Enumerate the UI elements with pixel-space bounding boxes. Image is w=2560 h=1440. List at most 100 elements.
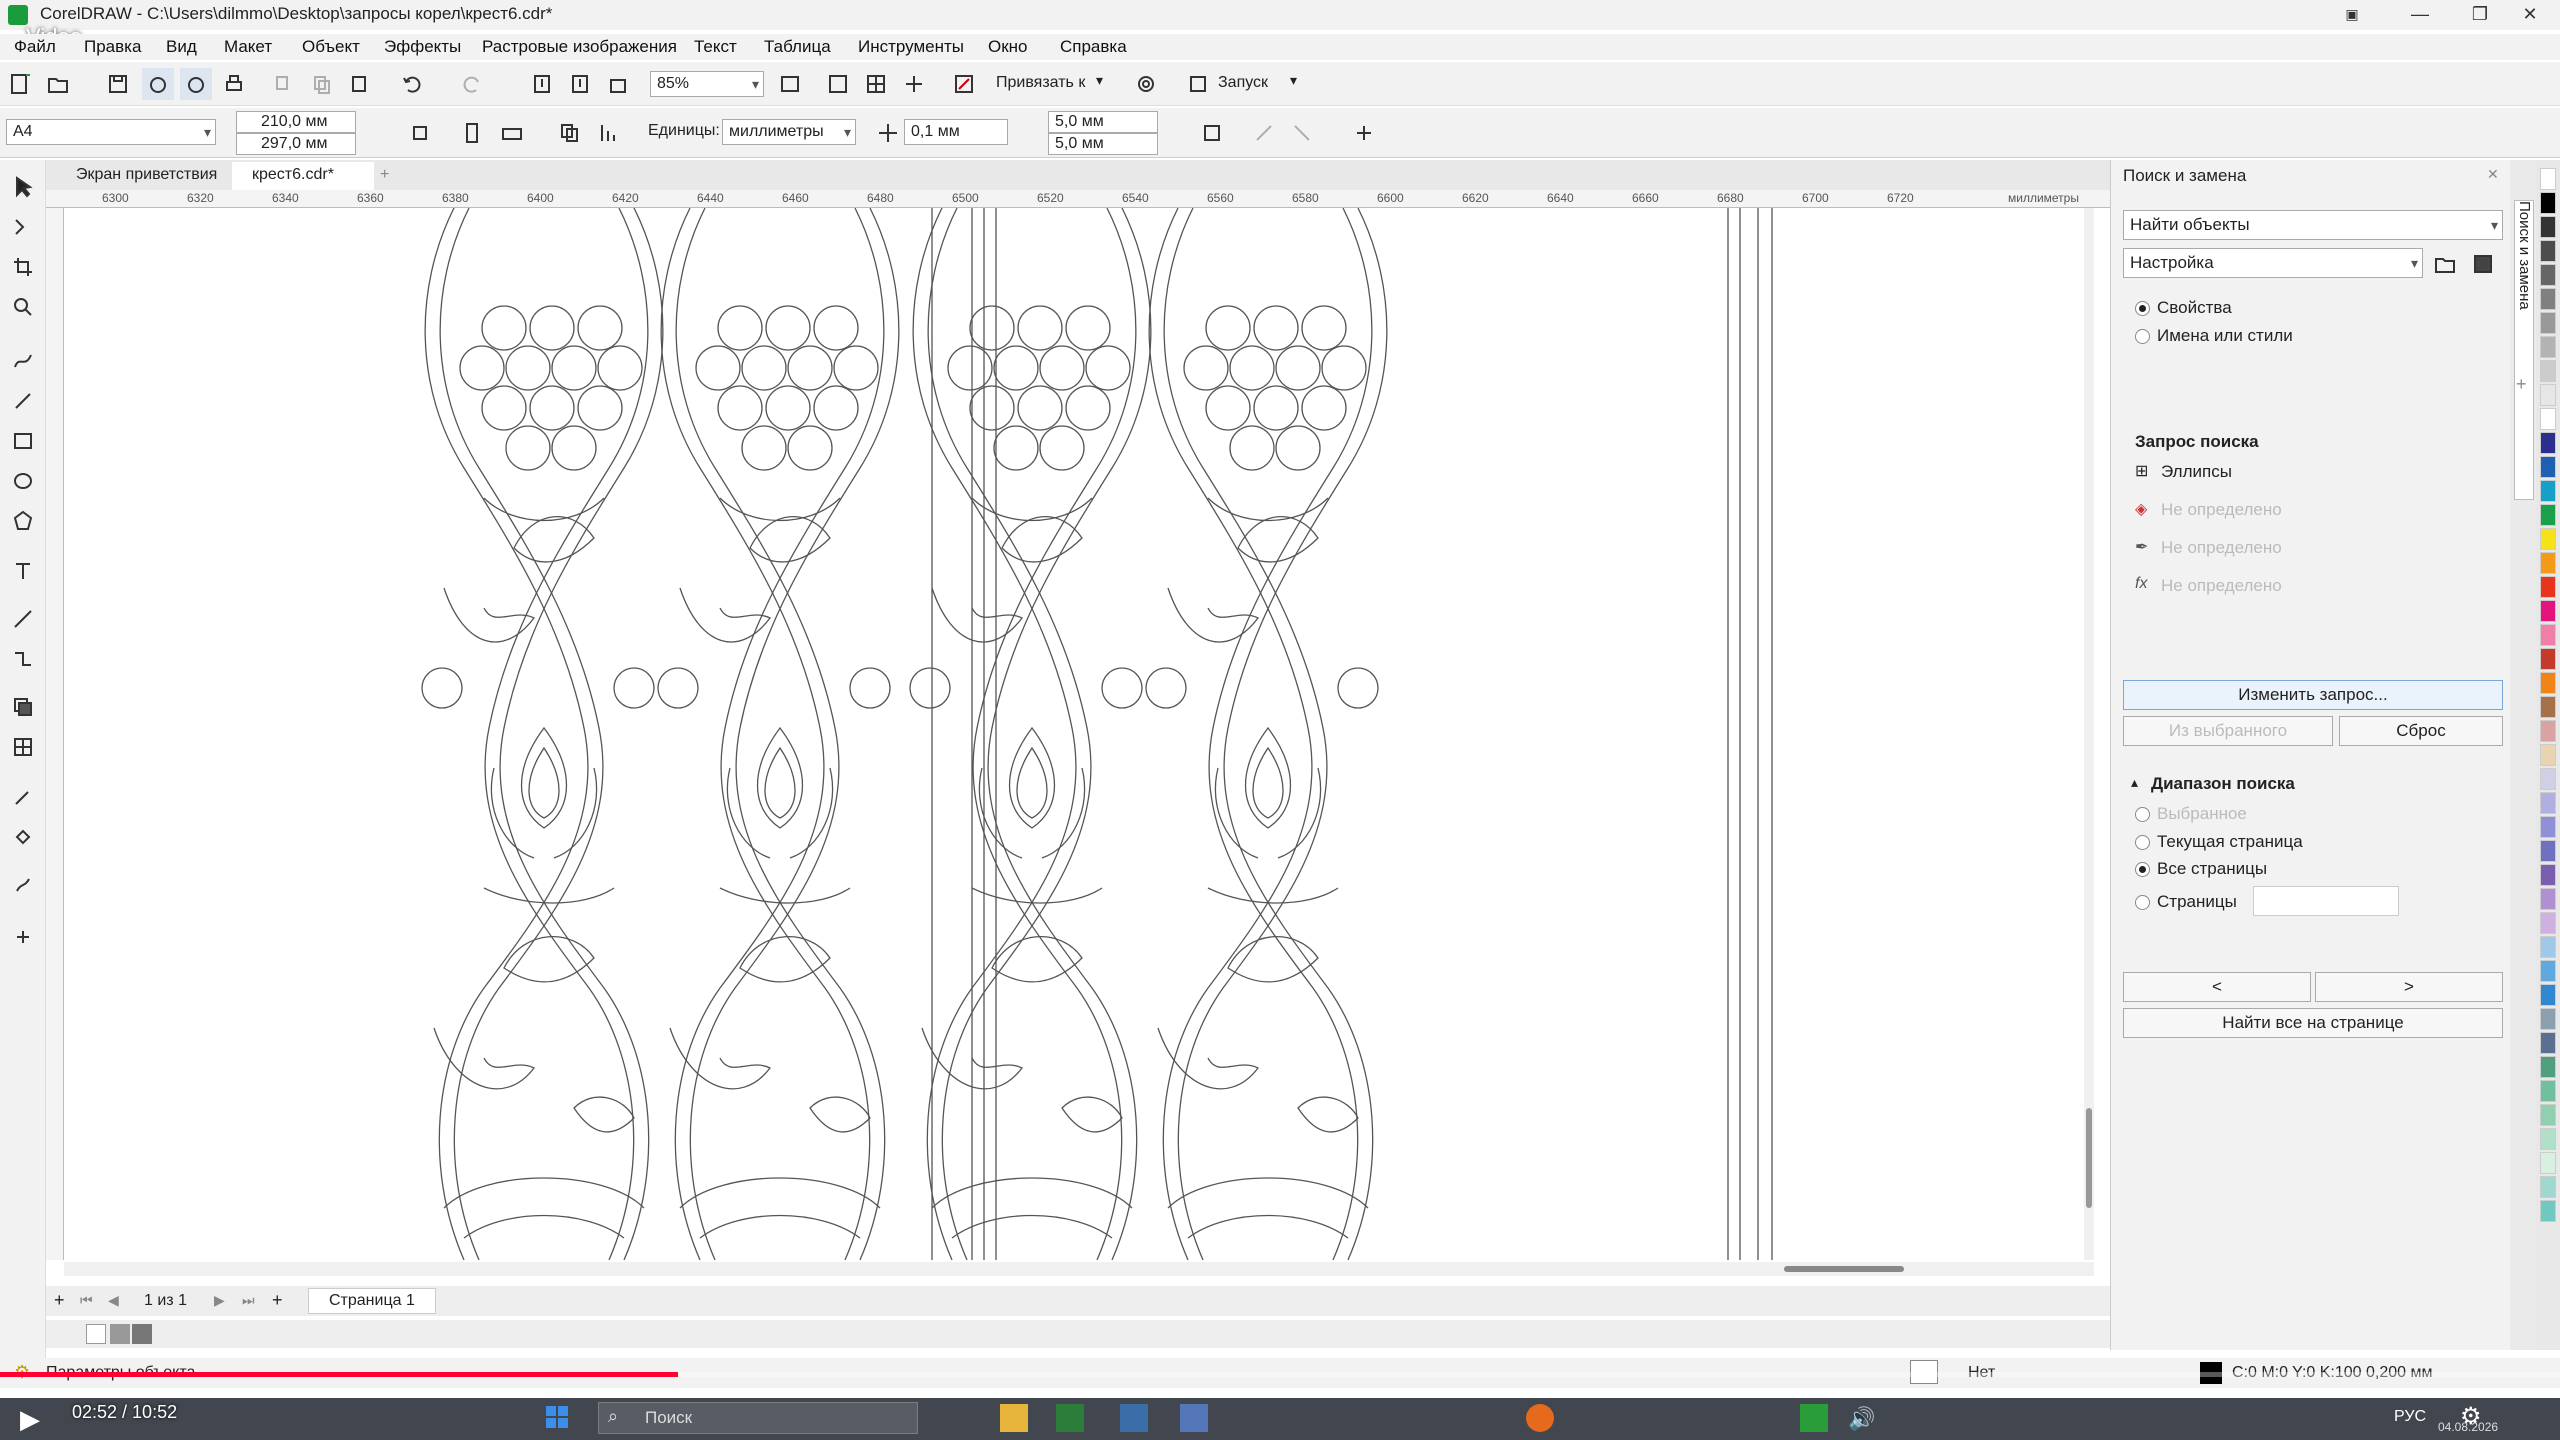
pdf-icon[interactable] [602, 68, 634, 100]
dark-gray-swatch[interactable] [132, 1324, 152, 1344]
radio-range-selected[interactable]: Выбранное [2135, 804, 2247, 824]
print-icon[interactable] [218, 68, 250, 100]
close-docker-icon[interactable]: ✕ [2487, 166, 2499, 183]
export-icon[interactable] [564, 68, 596, 100]
minimize-button[interactable]: — [2390, 0, 2450, 30]
duplicate-y-input[interactable]: 5,0 мм [1048, 133, 1158, 155]
account-icon[interactable]: ▣ [2322, 0, 2382, 30]
scrollbar-thumb[interactable] [1784, 1266, 1904, 1272]
find-next-button[interactable]: > [2315, 972, 2503, 1002]
copy-icon[interactable] [306, 68, 338, 100]
first-page-icon[interactable]: ⏮ [80, 1292, 93, 1309]
keyboard-language[interactable]: РУС [2394, 1408, 2426, 1426]
show-grid-icon[interactable] [860, 68, 892, 100]
firefox-icon[interactable] [1526, 1404, 1554, 1432]
folder-icon[interactable] [1000, 1404, 1028, 1432]
coreldraw-taskbar-icon[interactable] [1800, 1404, 1828, 1432]
show-rulers-icon[interactable] [822, 68, 854, 100]
from-selected-button[interactable]: Из выбранного [2123, 716, 2333, 746]
page-size-dropdown[interactable]: A4 [6, 119, 216, 145]
zoom-level-dropdown[interactable]: 85% [650, 71, 764, 97]
add-docker-icon[interactable]: + [2516, 374, 2527, 395]
undo-icon[interactable] [396, 68, 428, 100]
connector-tool-icon[interactable] [8, 644, 38, 674]
edit-query-button[interactable]: Изменить запрос... [2123, 680, 2503, 710]
palette-swatch[interactable] [2540, 792, 2556, 814]
upload-cloud-icon[interactable] [142, 68, 174, 100]
transform-icon[interactable] [1286, 117, 1318, 149]
radio-current-page[interactable]: Текущая страница [2135, 832, 2303, 852]
palette-swatch[interactable] [2540, 672, 2556, 694]
palette-swatch[interactable] [2540, 840, 2556, 862]
menu-file[interactable]: Файл [14, 37, 56, 57]
collapse-chevron-icon[interactable]: ▴ [2131, 774, 2138, 791]
save-preset-icon[interactable] [2471, 252, 2495, 276]
palette-swatch[interactable] [2540, 1128, 2556, 1150]
palette-swatch[interactable] [2540, 240, 2556, 262]
palette-swatch[interactable] [2540, 456, 2556, 478]
current-page-icon[interactable] [592, 117, 624, 149]
palette-swatch[interactable] [2540, 192, 2556, 214]
palette-swatch[interactable] [2540, 864, 2556, 886]
drop-shadow-icon[interactable] [8, 692, 38, 722]
treat-as-filled-icon[interactable] [1196, 117, 1228, 149]
palette-swatch[interactable] [2540, 696, 2556, 718]
palette-swatch[interactable] [2540, 912, 2556, 934]
nudge-distance-input[interactable]: 0,1 мм [904, 119, 1008, 145]
ellipse-tool-icon[interactable] [8, 466, 38, 496]
palette-swatch[interactable] [2540, 1104, 2556, 1126]
portrait-icon[interactable] [456, 117, 488, 149]
pages-input[interactable] [2253, 886, 2399, 916]
sync-cloud-icon[interactable] [180, 68, 212, 100]
video-settings-gear-icon[interactable]: ⚙ [2460, 1402, 2482, 1431]
volume-icon[interactable]: 🔊 [1848, 1406, 1875, 1432]
menu-window[interactable]: Окно [988, 37, 1028, 57]
palette-swatch[interactable] [2540, 888, 2556, 910]
duplicate-x-input[interactable]: 5,0 мм [1048, 111, 1158, 133]
app-icon[interactable] [1120, 1404, 1148, 1432]
launch-chevron-down-icon[interactable]: ▾ [1290, 72, 1297, 89]
smart-fill-icon[interactable] [8, 870, 38, 900]
horizontal-scrollbar[interactable] [64, 1262, 2094, 1276]
taskbar-search-input[interactable]: Поиск [598, 1402, 918, 1434]
edit-object-icon[interactable] [1248, 117, 1280, 149]
menu-table[interactable]: Таблица [764, 37, 831, 57]
prev-page-icon[interactable]: ◀ [108, 1292, 119, 1309]
launch-icon[interactable] [1182, 68, 1214, 100]
palette-swatch[interactable] [2540, 408, 2556, 430]
radio-pages[interactable]: Страницы [2135, 892, 2237, 912]
palette-swatch[interactable] [2540, 432, 2556, 454]
cut-icon[interactable] [268, 68, 300, 100]
artistic-media-icon[interactable] [8, 386, 38, 416]
new-document-icon[interactable] [4, 68, 36, 100]
full-screen-icon[interactable] [774, 68, 806, 100]
last-page-icon[interactable]: ⏭ [242, 1292, 255, 1309]
options-icon[interactable] [948, 68, 980, 100]
add-page-after-icon[interactable]: + [272, 1290, 283, 1311]
freehand-tool-icon[interactable] [8, 346, 38, 376]
menu-view[interactable]: Вид [166, 37, 197, 57]
palette-swatch[interactable] [2540, 528, 2556, 550]
pick-tool-icon[interactable] [8, 172, 38, 202]
radio-names-styles[interactable]: Имена или стили [2135, 326, 2293, 346]
menu-edit[interactable]: Правка [84, 37, 141, 57]
transparency-icon[interactable] [8, 732, 38, 762]
polygon-tool-icon[interactable] [8, 506, 38, 536]
palette-swatch[interactable] [2540, 1152, 2556, 1174]
menu-bitmaps[interactable]: Растровые изображения [482, 37, 677, 57]
palette-swatch[interactable] [2540, 552, 2556, 574]
menu-text[interactable]: Текст [694, 37, 737, 57]
menu-effects[interactable]: Эффекты [384, 37, 461, 57]
menu-layout[interactable]: Макет [224, 37, 272, 57]
app-icon[interactable] [1180, 1404, 1208, 1432]
palette-swatch[interactable] [2540, 984, 2556, 1006]
add-tool-icon[interactable] [8, 922, 38, 952]
palette-swatch[interactable] [2540, 1056, 2556, 1078]
gear-icon[interactable] [1130, 68, 1162, 100]
interactive-fill-icon[interactable] [8, 822, 38, 852]
menu-tools[interactable]: Инструменты [858, 37, 964, 57]
shape-tool-icon[interactable] [8, 212, 38, 242]
open-icon[interactable] [42, 68, 74, 100]
landscape-icon[interactable] [496, 117, 528, 149]
tab-document[interactable]: крест6.cdr* [232, 162, 374, 190]
